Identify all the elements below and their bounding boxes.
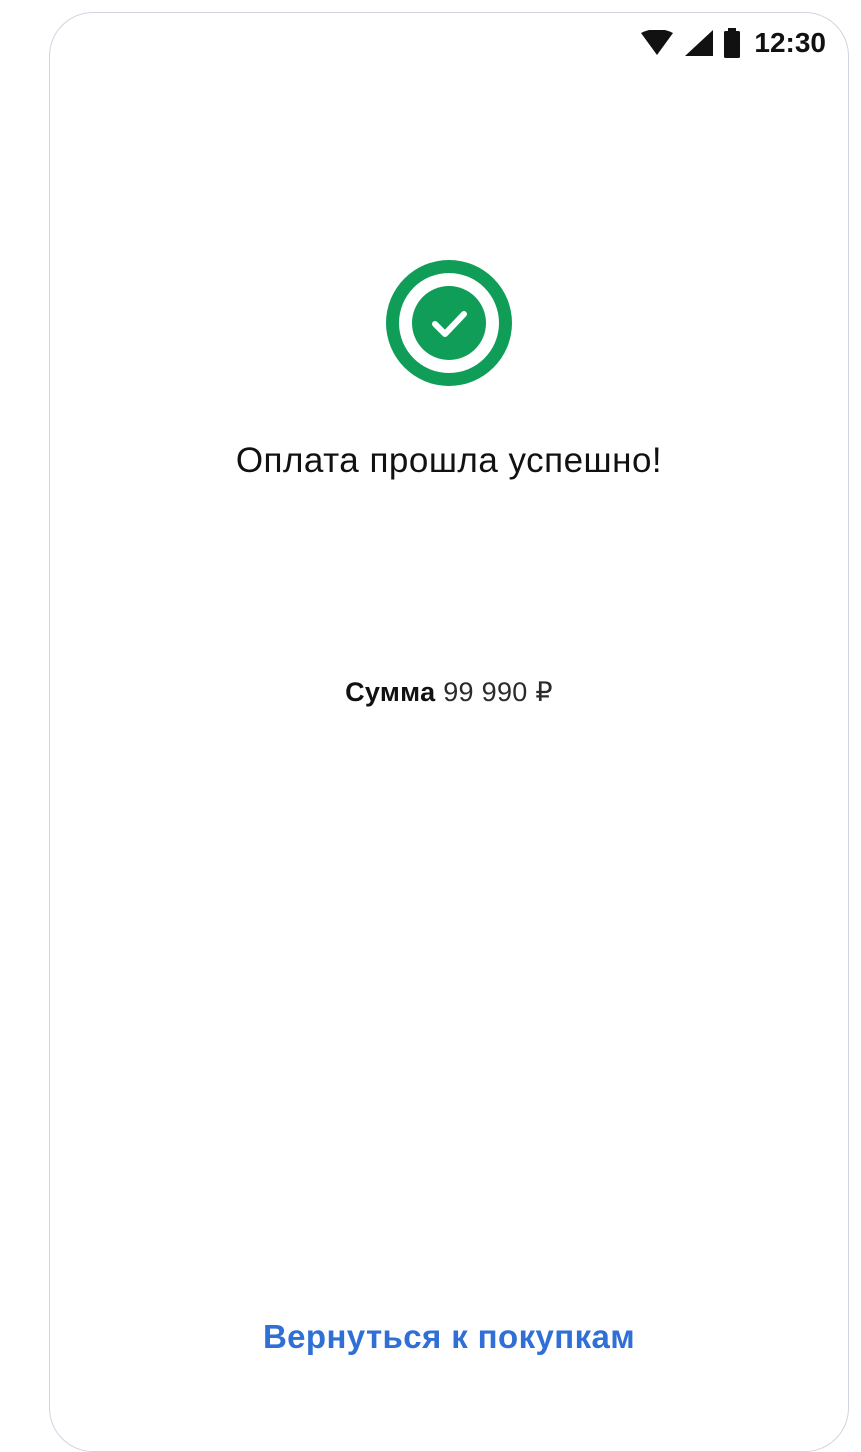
amount-label: Сумма	[345, 677, 436, 707]
cellular-signal-icon	[684, 29, 714, 57]
back-to-shopping-link[interactable]: Вернуться к покупкам	[50, 1318, 848, 1356]
amount-value: 99 990 ₽	[443, 677, 553, 707]
wifi-icon	[640, 30, 674, 56]
check-circle-icon	[386, 260, 512, 386]
status-time: 12:30	[754, 27, 826, 58]
battery-icon	[724, 28, 741, 58]
phone-screen: 12:30 Оплата прошла успешно! Сумма 99 99…	[49, 12, 849, 1452]
success-title: Оплата прошла успешно!	[235, 441, 663, 480]
status-bar: 12:30	[640, 27, 826, 59]
amount-row: Сумма 99 990 ₽	[50, 677, 848, 708]
